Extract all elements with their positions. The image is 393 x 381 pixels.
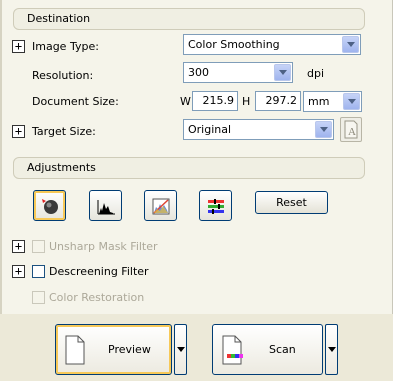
height-label: H — [242, 95, 251, 108]
width-input[interactable]: 215.9 — [192, 91, 238, 111]
preview-dropdown-button[interactable] — [174, 324, 187, 375]
target-size-label: Target Size: — [32, 125, 96, 138]
adjustments-header-label: Adjustments — [27, 161, 96, 174]
tone-correction-icon — [152, 198, 170, 215]
image-type-expand-button[interactable]: + — [12, 40, 25, 53]
target-size-expand-button[interactable]: + — [12, 125, 25, 138]
destination-header-label: Destination — [27, 12, 91, 25]
target-size-select[interactable]: Original — [183, 119, 334, 140]
document-icon — [65, 335, 85, 365]
chevron-down-icon[interactable] — [315, 121, 332, 138]
histogram-icon — [97, 200, 115, 215]
descreening-checkbox[interactable] — [32, 265, 45, 278]
unsharp-mask-checkbox[interactable] — [32, 240, 45, 253]
descreening-label: Descreening Filter — [49, 265, 149, 278]
document-size-label: Document Size: — [32, 95, 119, 108]
preview-button[interactable]: Preview — [55, 324, 172, 375]
destination-header: Destination — [13, 8, 365, 30]
auto-exposure-icon — [42, 199, 58, 214]
scan-icon — [222, 335, 243, 365]
descreening-expand-button[interactable]: + — [12, 265, 25, 278]
width-label: W — [180, 95, 191, 108]
scan-dropdown-button[interactable] — [325, 324, 338, 375]
color-restoration-label: Color Restoration — [49, 291, 145, 304]
histogram-button[interactable] — [89, 190, 122, 221]
size-unit-value: mm — [308, 95, 330, 108]
color-restoration-checkbox[interactable] — [32, 291, 45, 304]
image-type-value: Color Smoothing — [188, 38, 280, 51]
image-type-select[interactable]: Color Smoothing — [183, 34, 361, 55]
tone-correction-button[interactable] — [144, 190, 177, 221]
scan-button[interactable]: Scan — [212, 324, 323, 375]
reset-button[interactable]: Reset — [255, 191, 328, 214]
text-enhance-icon: A — [344, 120, 358, 139]
preview-label: Preview — [108, 343, 151, 356]
resolution-label: Resolution: — [32, 69, 94, 82]
chevron-down-icon[interactable] — [274, 64, 291, 81]
resolution-select[interactable]: 300 — [183, 62, 293, 83]
resolution-unit: dpi — [307, 67, 325, 80]
adjustments-header: Adjustments — [13, 157, 365, 179]
unsharp-mask-label: Unsharp Mask Filter — [49, 240, 158, 253]
image-type-label: Image Type: — [32, 40, 99, 53]
target-size-value: Original — [188, 123, 232, 136]
auto-exposure-button[interactable] — [33, 190, 66, 221]
resolution-value: 300 — [188, 66, 209, 79]
settings-panel: Destination + Image Type: Color Smoothin… — [0, 0, 393, 314]
image-adjustment-icon — [208, 199, 224, 214]
scan-label: Scan — [269, 343, 296, 356]
size-unit-select[interactable]: mm — [303, 91, 362, 112]
svg-text:A: A — [348, 126, 356, 138]
chevron-down-icon[interactable] — [342, 36, 359, 53]
unsharp-mask-expand-button[interactable]: + — [12, 240, 25, 253]
chevron-down-icon[interactable] — [343, 93, 360, 110]
height-input[interactable]: 297.2 — [255, 91, 301, 111]
image-adjustment-button[interactable] — [199, 190, 232, 221]
text-enhance-button[interactable]: A — [340, 117, 362, 142]
